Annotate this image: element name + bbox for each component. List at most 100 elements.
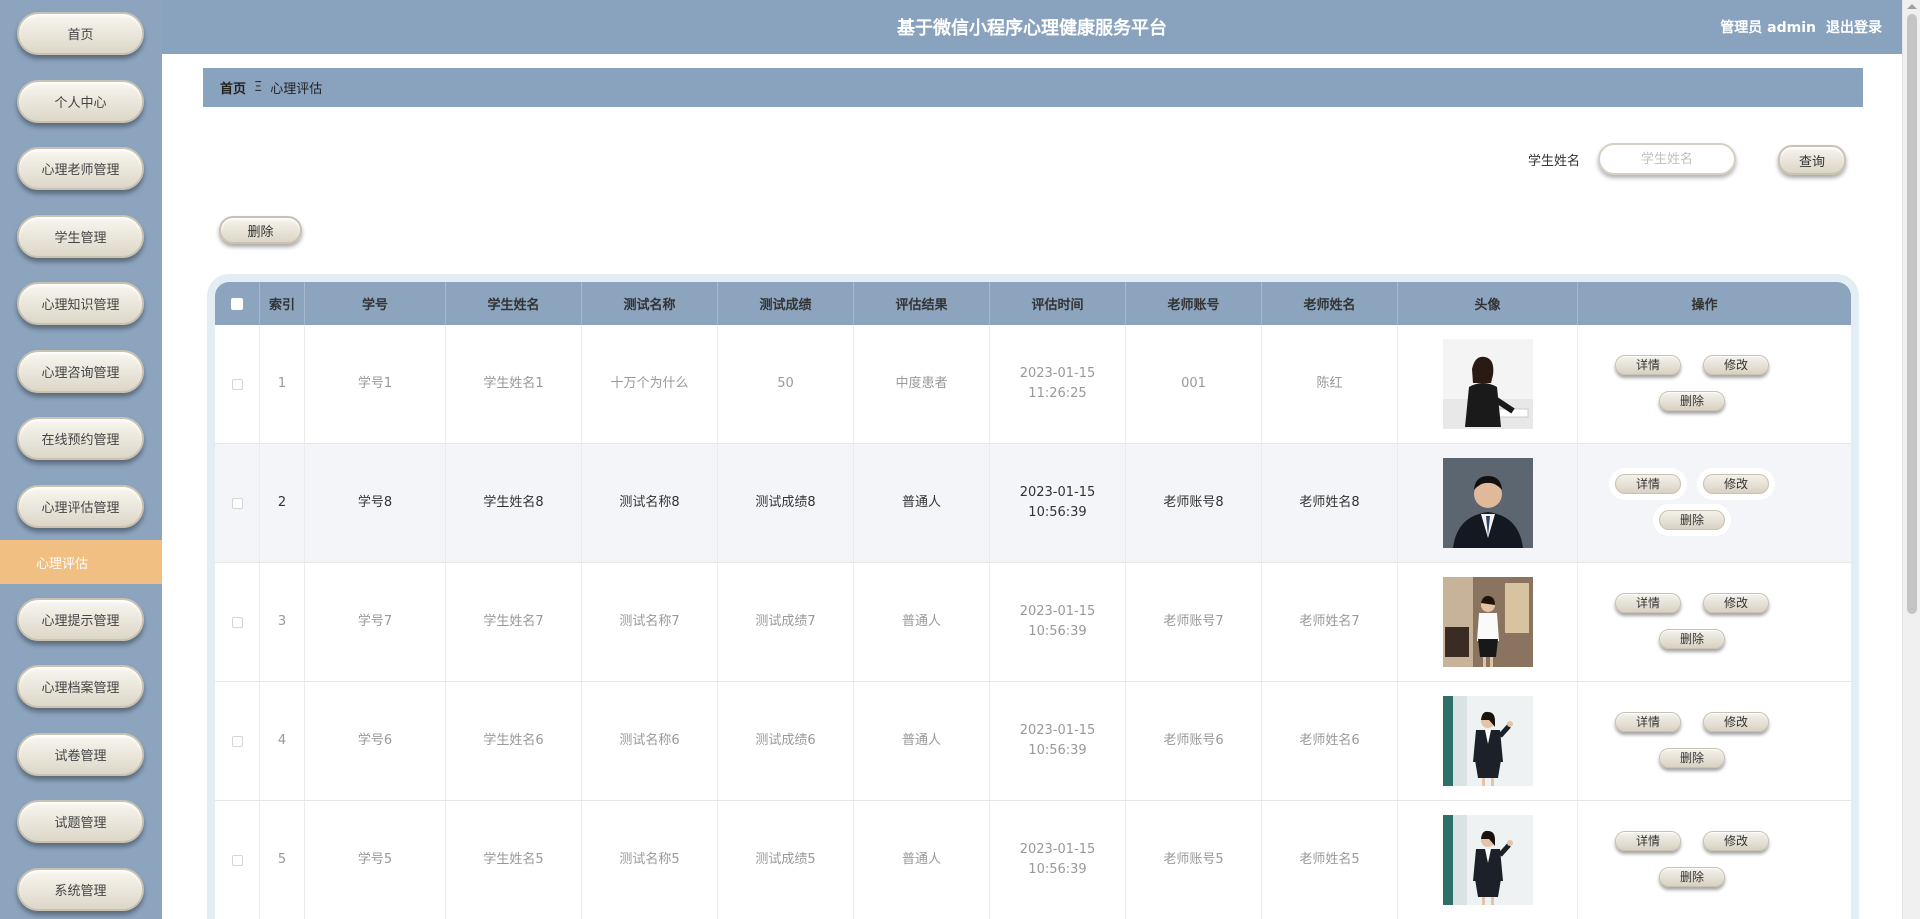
- logout-link[interactable]: 退出登录: [1826, 17, 1882, 37]
- detail-button[interactable]: 详情: [1615, 355, 1681, 375]
- row-select-cell: [215, 563, 260, 681]
- sidebar-item-label: 试卷管理: [54, 749, 107, 764]
- student-no-cell: 学号7: [305, 563, 446, 681]
- index-cell: 1: [260, 325, 305, 443]
- teacher-account-cell: 老师账号7: [1126, 563, 1262, 681]
- index-cell: 4: [260, 682, 305, 800]
- row-checkbox[interactable]: [231, 735, 243, 747]
- test-name-cell: 测试名称8: [582, 444, 718, 562]
- avatar: [1442, 696, 1533, 786]
- column-header: 测试成绩: [718, 282, 854, 325]
- detail-button[interactable]: 详情: [1615, 712, 1681, 732]
- sidebar-item-label: 在线预约管理: [41, 433, 120, 448]
- teacher-name-cell: 老师姓名6: [1262, 682, 1398, 800]
- avatar: [1442, 339, 1533, 429]
- result-cell: 普通人: [854, 682, 990, 800]
- avatar-cell: [1398, 563, 1578, 681]
- delete-button[interactable]: 删除: [1659, 867, 1725, 887]
- delete-button[interactable]: 删除: [1659, 510, 1725, 530]
- batch-delete-label: 删除: [247, 224, 274, 240]
- sidebar-item-label: 学生管理: [54, 231, 107, 246]
- row-checkbox[interactable]: [231, 378, 243, 390]
- row-select-cell: [215, 325, 260, 443]
- sidebar-item-profile[interactable]: 个人中心: [17, 80, 144, 123]
- test-name-cell: 测试名称6: [582, 682, 718, 800]
- actions-cell: 详情 修改删除: [1578, 801, 1831, 919]
- time-cell: 2023-01-15 10:56:39: [990, 682, 1126, 800]
- student-name-cell: 学生姓名6: [446, 682, 582, 800]
- sidebar-item-assessment-management[interactable]: 心理评估管理: [17, 485, 144, 528]
- actions-cell: 详情 修改删除: [1578, 444, 1831, 562]
- row-checkbox[interactable]: [231, 854, 243, 866]
- detail-button[interactable]: 详情: [1615, 831, 1681, 851]
- detail-button[interactable]: 详情: [1615, 474, 1681, 494]
- time-cell: 2023-01-15 10:56:39: [990, 444, 1126, 562]
- sidebar-item-label: 心理档案管理: [41, 681, 120, 696]
- column-header: 操作: [1691, 298, 1718, 313]
- test-name-cell: 测试名称5: [582, 801, 718, 919]
- avatar: [1442, 458, 1533, 548]
- search-label: 学生姓名: [1528, 154, 1581, 169]
- delete-button[interactable]: 删除: [1659, 748, 1725, 768]
- scrollbar-thumb[interactable]: [1907, 14, 1917, 614]
- row-checkbox[interactable]: [231, 616, 243, 628]
- column-header: 评估结果: [854, 282, 990, 325]
- student-no-cell: 学号8: [305, 444, 446, 562]
- sidebar-item-papers[interactable]: 试卷管理: [17, 733, 144, 776]
- breadcrumb-home[interactable]: 首页: [220, 78, 246, 97]
- student-name-cell: 学生姓名1: [446, 325, 582, 443]
- delete-button[interactable]: 删除: [1659, 629, 1725, 649]
- sidebar-item-label: 心理评估管理: [41, 501, 120, 516]
- sidebar-item-label: 心理老师管理: [41, 163, 120, 178]
- student-name-search-input[interactable]: [1598, 143, 1736, 175]
- sidebar: 首页 个人中心 心理老师管理 学生管理 心理知识管理 心理咨询管理 在线预约管理…: [0, 0, 162, 919]
- avatar: [1442, 577, 1533, 667]
- sidebar-item-records[interactable]: 心理档案管理: [17, 665, 144, 708]
- breadcrumb-current: 心理评估: [270, 82, 323, 97]
- scroll-up-icon[interactable]: [1907, 4, 1917, 9]
- result-cell: 普通人: [854, 563, 990, 681]
- sidebar-item-students[interactable]: 学生管理: [17, 215, 144, 258]
- query-button[interactable]: 查询: [1778, 145, 1846, 175]
- edit-button[interactable]: 修改: [1703, 355, 1769, 375]
- detail-button[interactable]: 详情: [1615, 593, 1681, 613]
- edit-button[interactable]: 修改: [1703, 712, 1769, 732]
- column-header: 学生姓名: [446, 282, 582, 325]
- sidebar-item-consulting[interactable]: 心理咨询管理: [17, 350, 144, 393]
- test-name-cell: 十万个为什么: [582, 325, 718, 443]
- sidebar-item-label: 首页: [67, 28, 94, 43]
- sidebar-item-label: 试题管理: [54, 816, 107, 831]
- score-cell: 测试成绩7: [718, 563, 854, 681]
- sidebar-item-label: 个人中心: [54, 96, 107, 111]
- edit-button[interactable]: 修改: [1703, 831, 1769, 851]
- sidebar-item-label: 系统管理: [54, 884, 107, 899]
- test-name-cell: 测试名称7: [582, 563, 718, 681]
- time-cell: 2023-01-15 11:26:25: [990, 325, 1126, 443]
- avatar-cell: [1398, 801, 1578, 919]
- index-cell: 5: [260, 801, 305, 919]
- edit-button[interactable]: 修改: [1703, 593, 1769, 613]
- sidebar-item-questions[interactable]: 试题管理: [17, 800, 144, 843]
- sidebar-subitem-assessment[interactable]: 心理评估: [0, 540, 162, 584]
- row-checkbox[interactable]: [231, 497, 243, 509]
- student-no-cell: 学号5: [305, 801, 446, 919]
- student-no-cell: 学号1: [305, 325, 446, 443]
- page-scrollbar[interactable]: [1902, 0, 1920, 919]
- sidebar-item-teachers[interactable]: 心理老师管理: [17, 147, 144, 190]
- score-cell: 50: [718, 325, 854, 443]
- breadcrumb-separator-icon: Ξ: [254, 80, 263, 95]
- column-header: 老师姓名: [1262, 282, 1398, 325]
- batch-delete-button[interactable]: 删除: [219, 216, 302, 244]
- delete-button[interactable]: 删除: [1659, 391, 1725, 411]
- sidebar-item-home[interactable]: 首页: [17, 12, 144, 55]
- edit-button[interactable]: 修改: [1703, 474, 1769, 494]
- sidebar-item-system[interactable]: 系统管理: [17, 868, 144, 911]
- sidebar-item-knowledge[interactable]: 心理知识管理: [17, 282, 144, 325]
- table-row: 1 学号1 学生姓名1 十万个为什么 50 中度患者 2023-01-15 11:26:25…: [215, 325, 1851, 444]
- sidebar-item-tips[interactable]: 心理提示管理: [17, 598, 144, 641]
- result-cell: 中度患者: [854, 325, 990, 443]
- actions-cell: 详情 修改删除: [1578, 682, 1831, 800]
- table-row: 2 学号8 学生姓名8 测试名称8 测试成绩8 普通人 2023-01-15 10:56:3…: [215, 444, 1851, 563]
- sidebar-item-appointments[interactable]: 在线预约管理: [17, 417, 144, 460]
- select-all-checkbox[interactable]: [231, 297, 243, 310]
